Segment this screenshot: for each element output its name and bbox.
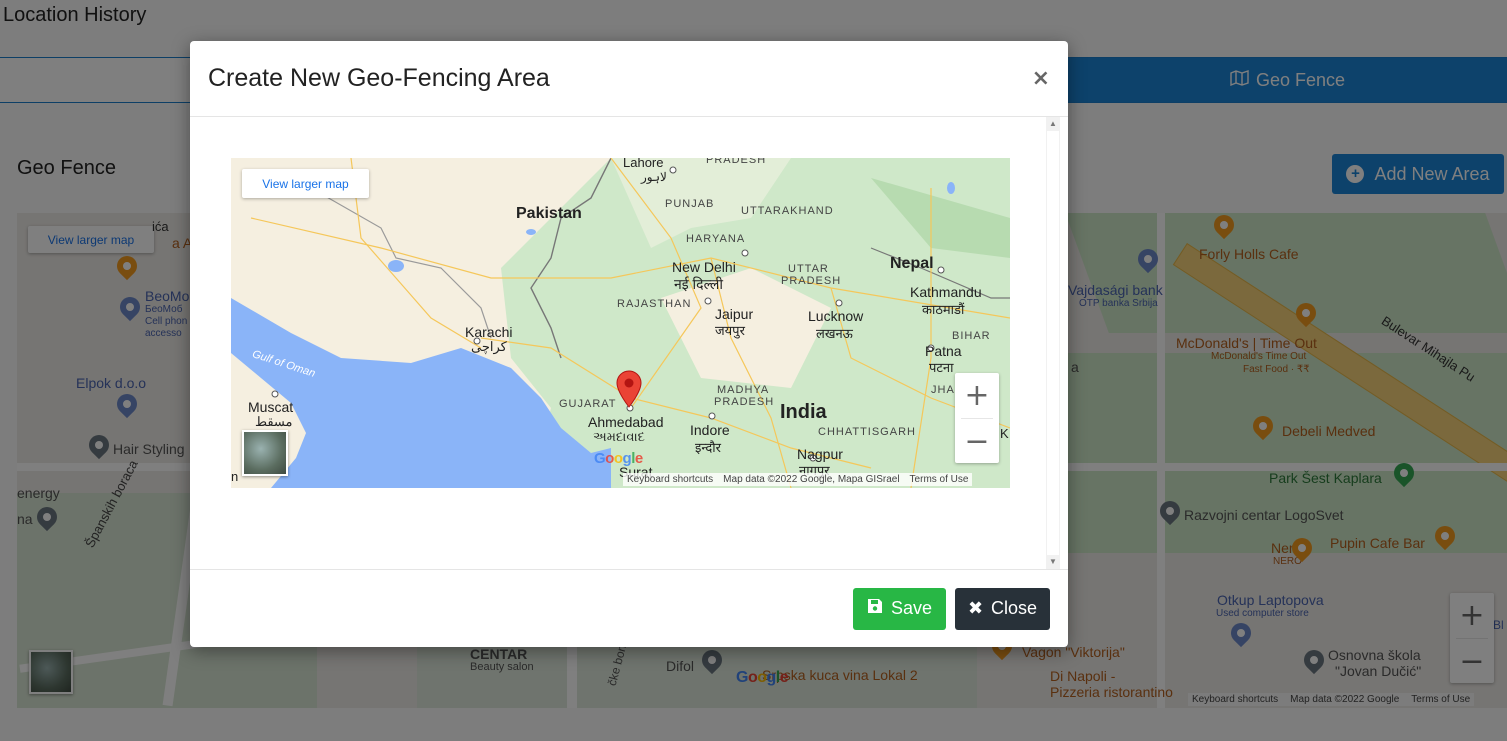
map-label-n: n bbox=[231, 469, 239, 484]
map-label-rajasthan: RAJASTHAN bbox=[617, 298, 692, 310]
modal-footer: Save ✖ Close bbox=[190, 569, 1068, 647]
geo-fence-map[interactable]: Lahore لاہور PRADESH Pakistan PUNJAB UTT… bbox=[231, 158, 1010, 488]
map-label-ahmedabad: Ahmedabad bbox=[588, 414, 664, 430]
map-label-patna-hi: पटना bbox=[929, 360, 954, 375]
modal-header: Create New Geo-Fencing Area × bbox=[190, 41, 1068, 117]
map-label-pradesh-mp: PRADESH bbox=[714, 396, 775, 408]
map-data-text: Map data ©2022 Google, Mapa GISrael bbox=[723, 474, 900, 485]
map-label-gujarat: GUJARAT bbox=[559, 398, 617, 410]
google-logo: Google bbox=[594, 450, 643, 467]
geo-fence-modal: Create New Geo-Fencing Area × Lahore لاہ… bbox=[190, 41, 1068, 647]
map-label-lahore: Lahore bbox=[623, 158, 664, 170]
view-larger-map-button[interactable]: View larger map bbox=[242, 169, 369, 198]
save-label: Save bbox=[890, 598, 933, 618]
zoom-controls: + − bbox=[955, 373, 999, 463]
map-label-lucknow-hi: लखनऊ bbox=[816, 326, 853, 341]
satellite-toggle[interactable] bbox=[242, 430, 288, 476]
map-label-patna: Patna bbox=[925, 343, 962, 359]
map-label-newdelhi-hi: नई दिल्ली bbox=[674, 276, 724, 292]
close-icon[interactable]: × bbox=[1032, 66, 1050, 91]
map-label-lahore-ur: لاہور bbox=[641, 170, 667, 184]
map-label-muscat: Muscat bbox=[248, 399, 294, 415]
modal-scrollbar[interactable]: ▲ ▼ bbox=[1046, 117, 1060, 569]
location-marker-icon[interactable] bbox=[616, 370, 642, 408]
view-larger-map-label: View larger map bbox=[262, 176, 349, 191]
map-label-bihar: BIHAR bbox=[952, 330, 991, 342]
modal-title: Create New Geo-Fencing Area bbox=[208, 64, 550, 92]
map-label-jaipur: Jaipur bbox=[715, 306, 754, 322]
save-button[interactable]: Save bbox=[853, 587, 946, 630]
scroll-up-icon[interactable]: ▲ bbox=[1046, 117, 1060, 131]
map-label-uttar: UTTAR bbox=[788, 263, 829, 275]
map-label-india: India bbox=[780, 401, 827, 423]
keyboard-shortcuts-link[interactable]: Keyboard shortcuts bbox=[627, 474, 713, 485]
map-label-kathmandu: Kathmandu bbox=[910, 284, 982, 300]
scroll-thumb[interactable] bbox=[1047, 131, 1059, 555]
map-attribution: Keyboard shortcuts Map data ©2022 Google… bbox=[623, 473, 973, 486]
map-label-indore-hi: इन्दौर bbox=[695, 440, 721, 455]
map-label-kathmandu-ne: काठमाडौं bbox=[922, 302, 965, 317]
map-label-jaipur-hi: जयपुर bbox=[715, 323, 745, 338]
x-icon: ✖ bbox=[967, 598, 984, 619]
map-label-ahmedabad-gu: અમદાવાદ bbox=[593, 429, 645, 444]
scroll-down-icon[interactable]: ▼ bbox=[1046, 555, 1060, 569]
map-label-karachi-ur: کراچی bbox=[471, 339, 507, 354]
map-label-k: K bbox=[1000, 426, 1009, 441]
map-label-uttarakhand: UTTARAKHAND bbox=[741, 205, 834, 217]
map-label-muscat-ar: مسقط bbox=[255, 414, 293, 429]
modal-body: Lahore لاہور PRADESH Pakistan PUNJAB UTT… bbox=[190, 117, 1068, 569]
terms-link[interactable]: Terms of Use bbox=[910, 474, 969, 485]
map-label-nepal: Nepal bbox=[890, 255, 934, 272]
map-label-pradesh-top: PRADESH bbox=[706, 158, 767, 166]
map-label-pradesh-up: PRADESH bbox=[781, 275, 842, 287]
map-label-karachi: Karachi bbox=[465, 324, 513, 340]
map-label-haryana: HARYANA bbox=[686, 233, 746, 245]
map-label-nagpur: Nagpur bbox=[797, 446, 843, 462]
map-label-punjab: PUNJAB bbox=[665, 198, 715, 210]
map-label-indore: Indore bbox=[690, 422, 730, 438]
zoom-out-button[interactable]: − bbox=[955, 419, 999, 464]
close-button[interactable]: ✖ Close bbox=[955, 587, 1050, 630]
map-label-chhattisgarh: CHHATTISGARH bbox=[818, 426, 916, 438]
map-label-newdelhi: New Delhi bbox=[672, 259, 736, 275]
zoom-in-button[interactable]: + bbox=[955, 373, 999, 418]
map-label-madhya: MADHYA bbox=[717, 384, 770, 396]
map-label-lucknow: Lucknow bbox=[808, 308, 864, 324]
floppy-disk-icon bbox=[867, 598, 883, 619]
map-label-pakistan: Pakistan bbox=[516, 205, 582, 222]
close-label: Close bbox=[991, 598, 1038, 618]
